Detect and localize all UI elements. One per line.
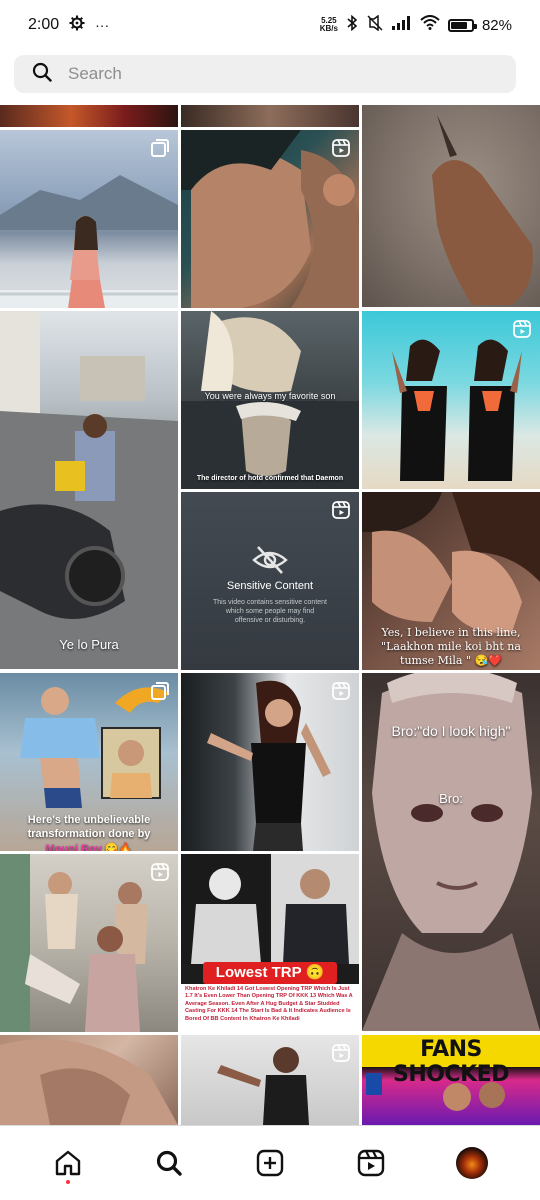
network-speed: 5.25 KB/s xyxy=(319,16,338,33)
explore-grid: Ye lo Pura You were always my favorite s… xyxy=(0,105,540,1125)
bottom-navigation xyxy=(0,1125,540,1200)
explore-tile[interactable] xyxy=(0,854,178,1032)
reel-icon xyxy=(332,501,350,519)
settings-gear-icon xyxy=(69,15,85,36)
reel-icon xyxy=(332,1044,350,1062)
status-bar: 2:00 ··· 5.25 KB/s 82% xyxy=(0,0,540,50)
explore-tile[interactable] xyxy=(362,311,540,489)
explore-tile[interactable]: You were always my favorite son The dire… xyxy=(181,311,359,489)
nav-search[interactable] xyxy=(142,1136,196,1190)
tile-caption: Ye lo Pura xyxy=(59,637,119,652)
tile-subcaption: The director of hotd confirmed that Daem… xyxy=(196,475,344,482)
reel-icon xyxy=(151,863,169,881)
tile-highlight: Mouni Roy 😋🔥 xyxy=(45,843,133,851)
explore-tile[interactable]: Bro:"do I look high" Bro: xyxy=(362,673,540,1031)
explore-tile[interactable]: Lowest TRP 🙃 Khatron Ke Khiladi 14 Got L… xyxy=(181,854,359,1032)
nav-profile[interactable] xyxy=(445,1136,499,1190)
search-icon xyxy=(157,1150,182,1176)
tile-subcaption: Bro: xyxy=(439,791,463,806)
search-icon xyxy=(32,62,52,87)
reel-icon xyxy=(332,682,350,700)
eye-off-icon xyxy=(252,546,288,574)
search-input[interactable] xyxy=(68,64,468,84)
battery-percent: 82% xyxy=(481,16,512,34)
explore-tile[interactable] xyxy=(181,130,359,308)
carousel-icon xyxy=(151,139,169,157)
home-icon xyxy=(56,1150,81,1176)
hand-closeup-image xyxy=(0,1039,178,1125)
tile-caption: You were always my favorite son xyxy=(204,391,336,401)
explore-screen: 2:00 ··· 5.25 KB/s 82% Search Ye lo Pura… xyxy=(0,0,540,1200)
plus-square-icon xyxy=(256,1149,284,1177)
explore-tile[interactable] xyxy=(181,1035,359,1125)
wifi-icon xyxy=(420,15,440,35)
signal-icon xyxy=(391,15,412,35)
tile-caption: Here's the unbelievable transformation d… xyxy=(27,814,151,840)
nav-create[interactable] xyxy=(243,1136,297,1190)
nav-reels[interactable] xyxy=(344,1136,398,1190)
battery-icon xyxy=(447,18,477,32)
explore-tile[interactable]: Yes, I believe in this line, "Laakhon mi… xyxy=(362,492,540,670)
reel-icon xyxy=(513,320,531,338)
tile-caption: Bro:"do I look high" xyxy=(391,723,511,739)
fans-shocked-headline: FANS SHOCKED xyxy=(393,1037,509,1087)
street-scene-image xyxy=(0,311,178,669)
bluetooth-icon xyxy=(346,14,358,36)
explore-tile[interactable] xyxy=(362,105,540,307)
sensitive-content-description: This video contains sensitive content wh… xyxy=(212,599,327,624)
vibrate-off-icon xyxy=(366,14,384,36)
tile-subcaption: Khatron Ke Khiladi 14 Got Lowest Opening… xyxy=(185,986,353,1022)
search-bar[interactable] xyxy=(14,55,516,93)
explore-tile[interactable]: Here's the unbelievable transformation d… xyxy=(0,673,178,851)
reels-icon xyxy=(357,1149,384,1177)
reel-icon xyxy=(332,139,350,157)
more-notifications-icon: ··· xyxy=(95,17,110,33)
nav-home[interactable] xyxy=(41,1136,95,1190)
hand-image xyxy=(432,115,533,305)
carousel-icon xyxy=(151,682,169,700)
explore-tile[interactable]: FANS SHOCKED xyxy=(362,1035,540,1125)
avatar xyxy=(455,1147,488,1179)
explore-tile[interactable]: Ye lo Pura xyxy=(0,311,178,669)
explore-tile[interactable] xyxy=(181,105,359,127)
lowest-trp-label: Lowest TRP 🙃 xyxy=(203,962,337,984)
explore-tile[interactable] xyxy=(0,105,178,127)
explore-tile[interactable] xyxy=(0,130,178,308)
explore-tile[interactable] xyxy=(0,1035,178,1125)
status-time: 2:00 xyxy=(28,16,60,33)
tile-caption: Yes, I believe in this line, "Laakhon mi… xyxy=(381,626,521,667)
sensitive-content-title: Sensitive Content xyxy=(226,580,314,592)
notification-dot xyxy=(66,1180,71,1184)
explore-tile[interactable] xyxy=(181,673,359,851)
explore-tile[interactable]: Sensitive Content This video contains se… xyxy=(181,492,359,670)
